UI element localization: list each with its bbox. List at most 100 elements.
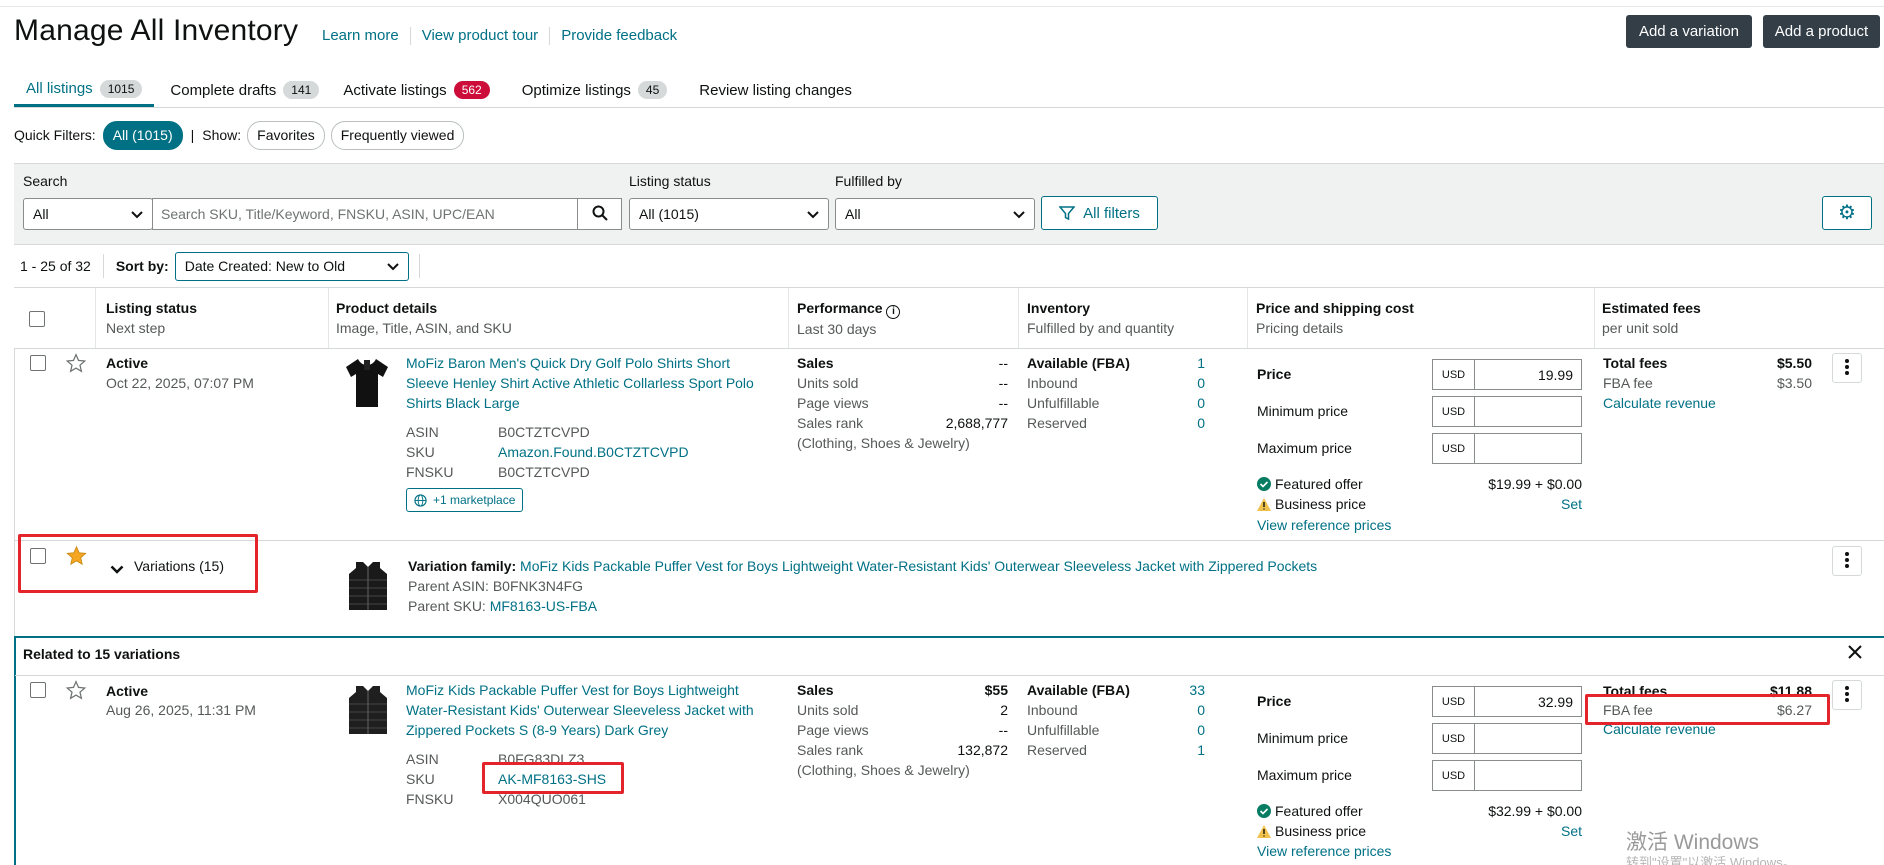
price-input[interactable]: USD 32.99	[1432, 686, 1582, 717]
parent-sku-link[interactable]: MF8163-US-FBA	[490, 598, 597, 614]
check-circle-icon	[1257, 804, 1271, 818]
listing-date: Oct 22, 2025, 07:07 PM	[106, 375, 254, 391]
reserved-label: Reserved	[1027, 742, 1087, 758]
sort-select[interactable]: Date Created: New to Old	[174, 251, 409, 281]
fnsku-value: X004QUO061	[498, 791, 586, 807]
product-title-link[interactable]: MoFiz Baron Men's Quick Dry Golf Polo Sh…	[406, 353, 776, 413]
provide-feedback-link[interactable]: Provide feedback	[561, 27, 677, 45]
featured-offer: Featured offer	[1257, 801, 1363, 821]
row-actions-menu[interactable]	[1832, 680, 1862, 710]
product-image[interactable]	[347, 684, 389, 736]
listing-status-select[interactable]: All (1015)	[629, 198, 829, 230]
listing-status: Active	[106, 683, 149, 699]
minimum-price-label: Minimum price	[1257, 403, 1349, 419]
business-price-set-link[interactable]: Set	[1520, 494, 1582, 514]
unfulfillable-value[interactable]: 0	[1160, 720, 1205, 740]
tab-optimize-listings[interactable]: Optimize listings 45	[502, 73, 680, 107]
fulfilled-by-label: Fulfilled by	[835, 173, 902, 189]
col-inventory: Inventory Fulfilled by and quantity	[1027, 300, 1175, 336]
learn-more-link[interactable]: Learn more	[322, 27, 399, 45]
add-product-button[interactable]: Add a product	[1763, 15, 1880, 48]
col-estimated-fees: Estimated fees per unit sold	[1602, 300, 1701, 336]
view-reference-prices-link[interactable]: View reference prices	[1257, 841, 1391, 861]
reserved-value[interactable]: 0	[1160, 413, 1205, 433]
unfulfillable-value[interactable]: 0	[1160, 393, 1205, 413]
tab-complete-drafts[interactable]: Complete drafts 141	[154, 73, 331, 107]
close-icon[interactable]	[1848, 645, 1862, 662]
units-sold-label: Units sold	[797, 702, 859, 718]
chevron-down-icon	[1013, 206, 1025, 222]
select-all-checkbox[interactable]	[29, 311, 45, 327]
quick-filter-favorites[interactable]: Favorites	[247, 120, 325, 150]
variation-checkbox[interactable]	[30, 548, 46, 564]
reserved-value[interactable]: 1	[1160, 740, 1205, 760]
unfulfillable-label: Unfulfillable	[1027, 722, 1100, 738]
listing-status: Active	[106, 355, 149, 371]
info-icon[interactable]: i	[886, 305, 901, 319]
price-input[interactable]: USD 19.99	[1432, 359, 1582, 390]
available-fba-label: Available (FBA)	[1027, 682, 1130, 698]
star-filled-icon[interactable]	[66, 545, 87, 569]
add-variation-button[interactable]: Add a variation	[1626, 15, 1752, 48]
view-product-tour-link[interactable]: View product tour	[422, 27, 538, 45]
listing-status-label: Listing status	[629, 173, 711, 189]
inbound-value[interactable]: 0	[1160, 700, 1205, 720]
sort-row: 1 - 25 of 32 Sort by: Date Created: New …	[14, 249, 420, 283]
inbound-label: Inbound	[1027, 702, 1078, 718]
product-title-link[interactable]: MoFiz Kids Packable Puffer Vest for Boys…	[406, 680, 776, 740]
all-filters-button[interactable]: All filters	[1041, 196, 1158, 230]
header-links: Learn more View product tour Provide fee…	[322, 27, 677, 45]
tab-count-badge: 141	[283, 81, 320, 99]
sales-label: Sales	[797, 355, 834, 371]
quick-filter-frequently-viewed[interactable]: Frequently viewed	[330, 120, 465, 150]
business-price-set-link[interactable]: Set	[1520, 821, 1582, 841]
windows-activation-watermark: 激活 Windows	[1626, 831, 1760, 854]
search-input[interactable]: Search SKU, Title/Keyword, FNSKU, ASIN, …	[152, 198, 578, 230]
variation-family-image[interactable]	[347, 560, 389, 612]
quick-filter-all[interactable]: All (1015)	[102, 120, 183, 150]
minimum-price-input[interactable]: USD	[1432, 396, 1582, 427]
maximum-price-input[interactable]: USD	[1432, 760, 1582, 791]
row-checkbox[interactable]	[30, 682, 46, 698]
view-reference-prices-link[interactable]: View reference prices	[1257, 515, 1391, 535]
marketplace-button[interactable]: +1 marketplace	[406, 488, 524, 512]
tabs-divider	[14, 107, 1884, 108]
check-circle-icon	[1257, 477, 1271, 491]
warning-icon	[1257, 497, 1271, 511]
settings-button[interactable]: ⚙	[1822, 196, 1872, 230]
row-actions-menu[interactable]	[1832, 353, 1862, 383]
tab-all-listings[interactable]: All listings 1015	[14, 73, 155, 107]
calculate-revenue-link[interactable]: Calculate revenue	[1603, 393, 1716, 413]
sku-link[interactable]: Amazon.Found.B0CTZTCVPD	[498, 442, 689, 462]
available-fba-value[interactable]: 1	[1160, 353, 1205, 373]
asin-value: B0CTZTCVPD	[498, 424, 590, 440]
available-fba-value[interactable]: 33	[1160, 680, 1205, 700]
fba-fee-highlight-box	[1585, 694, 1830, 725]
featured-offer-value: $32.99 + $0.00	[1488, 803, 1582, 819]
variation-actions-menu[interactable]	[1832, 546, 1862, 576]
fulfilled-by-select[interactable]: All	[835, 198, 1035, 230]
quick-filters-label: Quick Filters:	[14, 127, 96, 143]
product-image[interactable]	[343, 356, 391, 410]
star-icon[interactable]	[65, 353, 87, 376]
business-price: Business price	[1257, 494, 1366, 514]
maximum-price-input[interactable]: USD	[1432, 433, 1582, 464]
variations-toggle[interactable]: Variations (15)	[110, 556, 224, 576]
reserved-label: Reserved	[1027, 415, 1087, 431]
search-scope-select[interactable]: All	[23, 198, 153, 230]
search-icon	[592, 205, 608, 224]
tab-activate-listings[interactable]: Activate listings 562	[331, 73, 501, 107]
asin-label: ASIN	[406, 751, 439, 767]
more-vertical-icon	[1845, 685, 1849, 705]
variation-family-link[interactable]: MoFiz Kids Packable Puffer Vest for Boys…	[520, 558, 1317, 574]
inbound-value[interactable]: 0	[1160, 373, 1205, 393]
minimum-price-input[interactable]: USD	[1432, 723, 1582, 754]
star-icon[interactable]	[65, 680, 87, 703]
chevron-down-icon	[131, 206, 143, 222]
unfulfillable-label: Unfulfillable	[1027, 395, 1100, 411]
search-button[interactable]	[577, 198, 622, 230]
total-fees-value: $5.50	[1776, 355, 1812, 371]
tab-review-listing-changes[interactable]: Review listing changes	[679, 73, 864, 107]
price-label: Price	[1257, 693, 1292, 709]
row-checkbox[interactable]	[30, 355, 46, 371]
